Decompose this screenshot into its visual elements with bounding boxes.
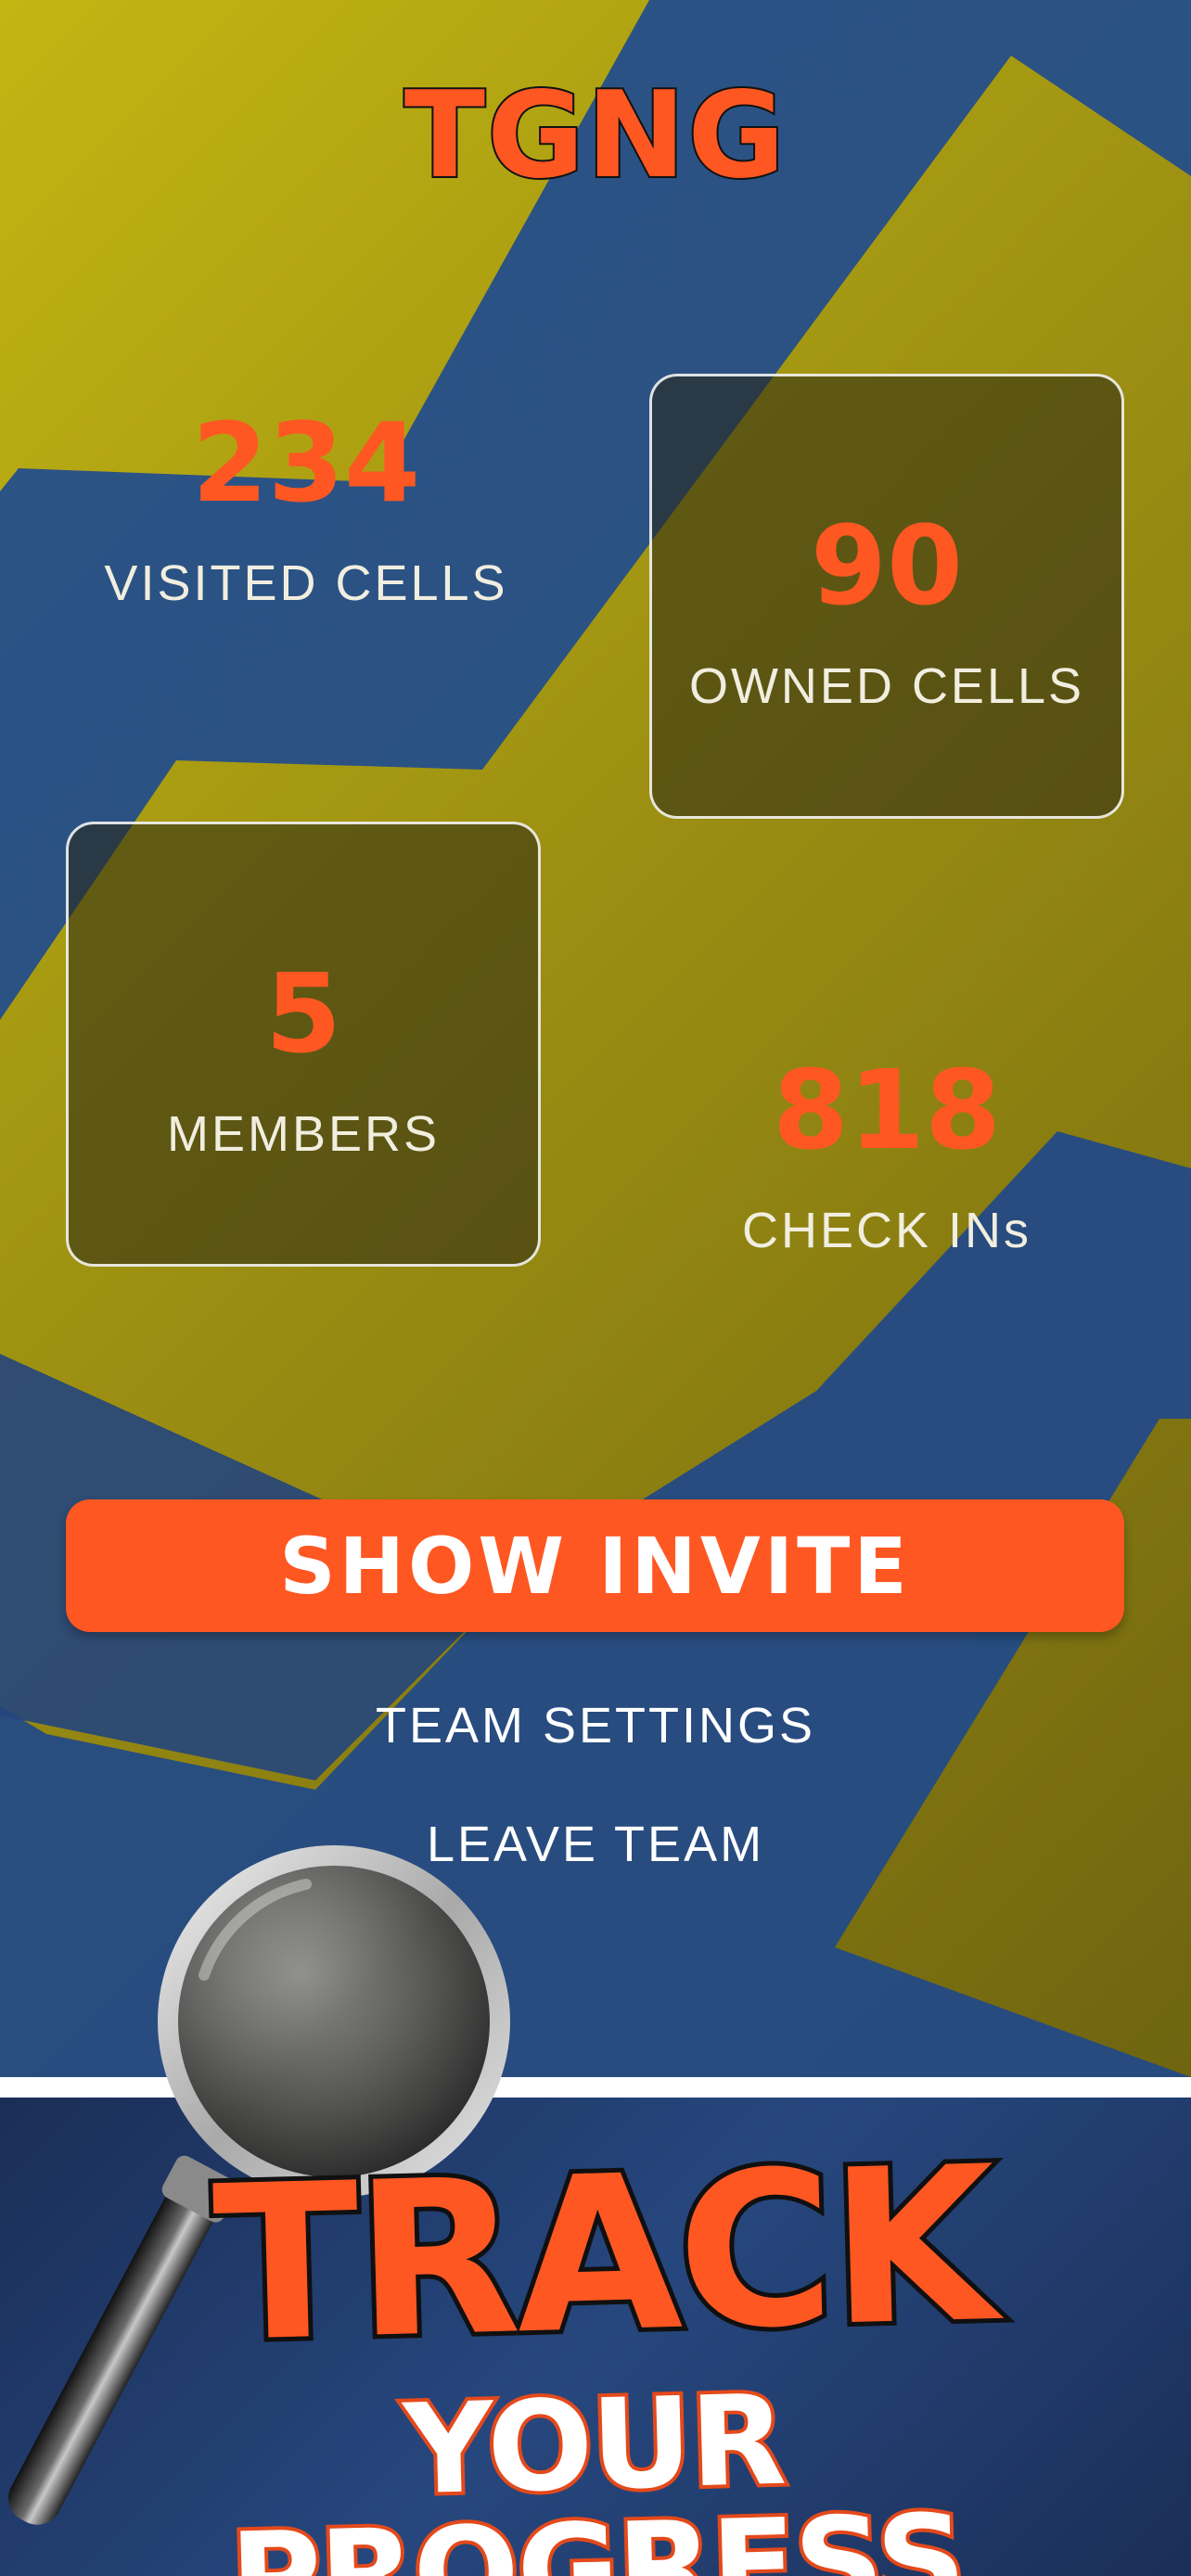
stat-check-ins: 818 CHECK INs [649, 1055, 1124, 1259]
promo-subtitle: YOUR PROGRESS [224, 2365, 969, 2576]
team-settings-link[interactable]: TEAM SETTINGS [0, 1697, 1191, 1754]
stat-owned-cells[interactable]: 90 OWNED CELLS [649, 374, 1124, 819]
check-ins-value: 818 [772, 1046, 1002, 1174]
promo-title: TRACK [206, 2117, 1000, 2394]
stat-visited-cells: 234 VISITED CELLS [56, 408, 557, 612]
stat-members[interactable]: 5 MEMBERS [66, 822, 541, 1267]
check-ins-label: CHECK INs [741, 1203, 1032, 1258]
members-label: MEMBERS [166, 1106, 441, 1162]
team-name: TGNG [403, 65, 788, 207]
visited-cells-label: VISITED CELLS [104, 555, 508, 611]
team-screen: TGNG 234 VISITED CELLS 90 OWNED CELLS 5 … [0, 0, 1191, 2077]
owned-cells-label: OWNED CELLS [688, 658, 1085, 714]
visited-cells-value: 234 [191, 399, 421, 527]
owned-cells-value: 90 [810, 502, 964, 630]
members-value: 5 [264, 950, 342, 1078]
show-invite-button[interactable]: SHOW INVITE [66, 1499, 1124, 1632]
